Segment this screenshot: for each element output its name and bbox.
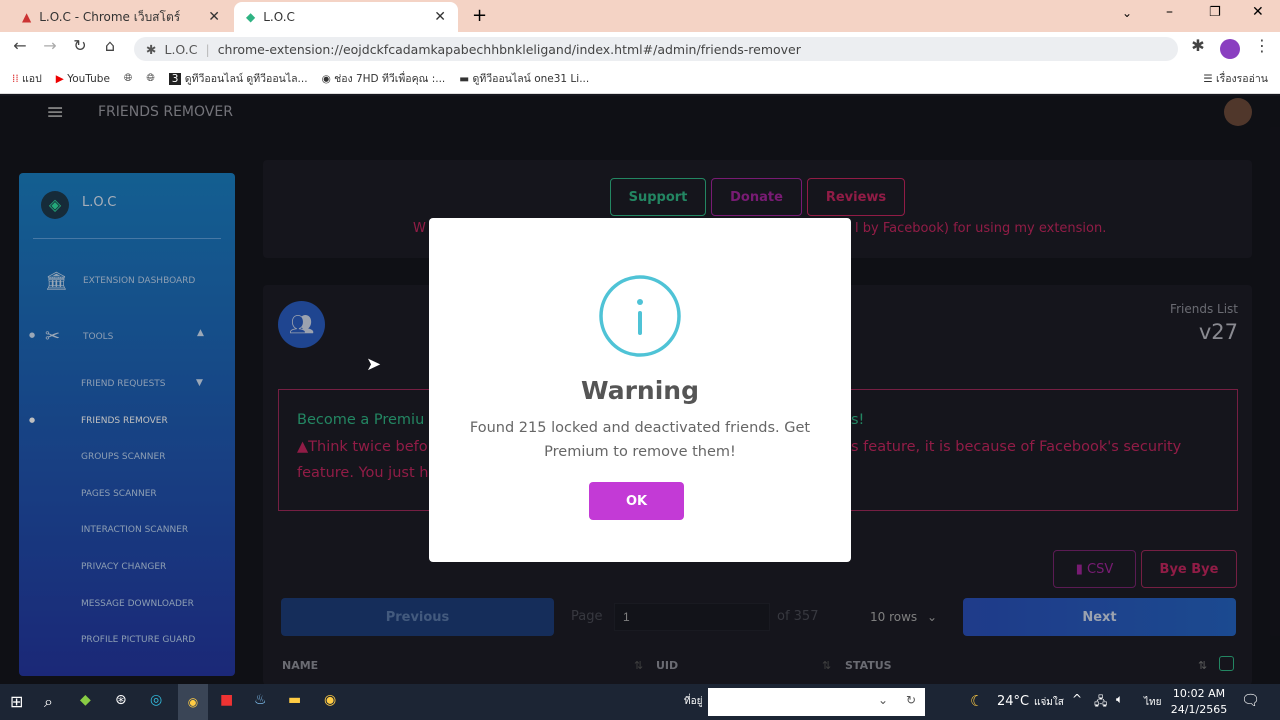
app-icon[interactable]: ■ [220,692,233,708]
ch7-icon: ◉ [321,73,331,85]
ok-button[interactable]: OK [589,482,684,520]
extensions-icon[interactable]: ✱ [1186,36,1210,55]
chevron-down-icon: ⌄ [878,693,889,707]
forward-icon[interactable]: → [38,36,62,55]
moon-icon: ☾ [970,692,984,710]
globe-icon[interactable]: 🌐︎ [124,72,132,85]
bookmark-apps[interactable]: ⁞⁞ แอป [12,70,42,87]
search-icon[interactable]: ⌕ [44,692,53,712]
channel3-icon: 3 [168,73,182,85]
refresh-icon: ↻ [906,693,917,707]
tab-chrome-store[interactable]: ▲ L.O.C - Chrome เว็บสโตร์ ✕ [10,2,232,32]
tab-title: L.O.C - Chrome เว็บสโตร์ [39,9,181,24]
weather-temp[interactable]: 24°C [997,694,1029,709]
restore-icon[interactable]: ❐ [1209,5,1221,20]
back-icon[interactable]: ← [8,36,32,55]
bookmark-7hd[interactable]: ◉ ช่อง 7HD ทีวีเพื่อคุณ :... [322,70,446,87]
bookmarks-bar: ⁞⁞ แอป ▶ YouTube 🌐︎ 🌐︎ 3 ดูทีวีออนไลน์ ด… [0,64,1280,94]
dialog-title: Warning [581,376,699,405]
warning-dialog: Warning Found 215 locked and deactivated… [429,218,851,562]
home-icon[interactable]: ⌂ [98,36,122,55]
reading-list-icon: ☰ [1203,73,1213,85]
volume-icon[interactable]: 🔈︎ [1116,692,1123,707]
address-label: ที่อยู่ [684,696,703,707]
reading-list[interactable]: ☰ เรื่องรออ่าน [1203,70,1268,87]
tab-loc[interactable]: ◆ L.O.C ✕ [234,2,458,32]
address-bar[interactable]: ✱ L.O.C | chrome-extension://eojdckfcada… [134,37,1178,61]
close-icon[interactable]: ✕ [434,9,446,25]
steam-icon[interactable]: ♨ [254,692,267,708]
chrome-taskbar-icon[interactable]: ◉ [178,684,208,720]
app-icon[interactable]: ⊛ [115,692,127,708]
taskbar: ⊞ ⌕ ◆ ⊛ ◎ ◉ ■ ♨ ▬ ◉ ที่อยู่ ⌄ ↻ ☾ 24°C แจ… [0,684,1280,720]
profile-avatar[interactable] [1220,39,1240,59]
apps-icon: ⁞⁞ [12,73,19,85]
reload-icon[interactable]: ↻ [68,36,92,55]
network-icon[interactable]: 🖧︎ [1094,692,1107,713]
file-explorer-icon[interactable]: ▬ [288,692,301,708]
dialog-message: Found 215 locked and deactivated friends… [469,420,811,460]
youtube-icon: ▶ [55,72,64,85]
windows-start-icon[interactable]: ⊞ [10,692,23,711]
app-icon[interactable]: ◆ [80,692,91,708]
weather-text[interactable]: แจ่มใส [1034,695,1064,710]
clock-time[interactable]: 10:02 AM [1170,687,1228,700]
clock-date[interactable]: 24/1/2565 [1170,703,1228,716]
one31-icon: ▬ [459,73,470,85]
new-tab-icon[interactable]: + [472,5,487,26]
info-icon [599,275,681,357]
chrome-icon[interactable]: ◉ [324,692,336,708]
store-icon: ▲ [22,10,32,24]
close-window-icon[interactable]: ✕ [1252,4,1264,20]
url-text: chrome-extension://eojdckfcadamkapabechh… [217,41,801,57]
close-icon[interactable]: ✕ [208,9,220,25]
chevron-up-icon[interactable]: ^ [1072,692,1082,706]
extension-icon: ✱ [146,41,157,57]
tab-search-icon[interactable]: ⌄ [1122,6,1132,20]
site-label: L.O.C [164,41,198,57]
mouse-cursor-icon: ➤ [366,354,382,375]
bookmark-3[interactable]: 3 ดูทีวีออนไลน์ ดูทีวีออนไล... [168,70,308,87]
bookmark-one31[interactable]: ▬ ดูทีวีออนไลน์ one31 Li... [459,70,589,87]
menu-icon[interactable]: ⋮ [1250,36,1274,55]
edge-icon[interactable]: ◎ [150,692,162,708]
tab-title: L.O.C [263,10,295,24]
notifications-icon[interactable]: 🗨︎ [1241,691,1260,709]
address-toolbar-input[interactable]: ⌄ ↻ [708,688,925,716]
globe-icon[interactable]: 🌐︎ [146,72,154,85]
language-indicator[interactable]: ไทย [1144,695,1161,710]
bookmark-youtube[interactable]: ▶ YouTube [56,73,110,85]
loc-icon: ◆ [246,10,256,24]
tab-strip: ▲ L.O.C - Chrome เว็บสโตร์ ✕ ◆ L.O.C ✕ + ⌄ –… [0,0,1280,32]
minimize-icon[interactable]: – [1166,4,1173,20]
